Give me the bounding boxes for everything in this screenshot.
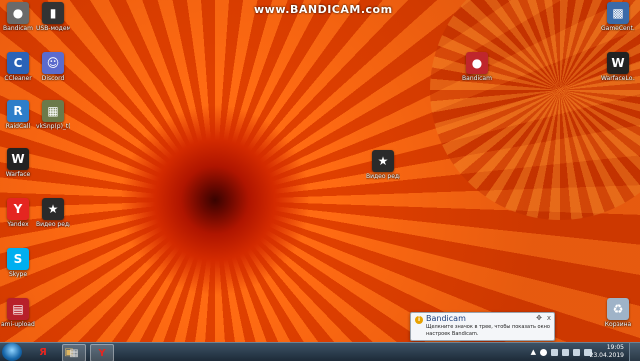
desktop-wallpaper bbox=[0, 0, 640, 360]
taskbar-yandex[interactable]: Y bbox=[90, 344, 114, 362]
desktop-icon[interactable]: ▮USB-модем Билайн bbox=[36, 2, 70, 32]
desktop-icon[interactable]: R RaidCall bbox=[1, 100, 35, 130]
yandex-icon: Y bbox=[98, 347, 106, 359]
desktop-icon[interactable]: ☺ Discord bbox=[36, 52, 70, 82]
notification-title: Bandicam bbox=[426, 314, 466, 323]
desktop-icon-label: USB-модем Билайн bbox=[36, 25, 70, 32]
desktop-icon-label: Discord bbox=[41, 75, 65, 82]
clock-time: 19:05 bbox=[606, 344, 624, 351]
bandicam-icon: ● bbox=[466, 52, 488, 74]
game-center-icon: ▩ bbox=[607, 2, 629, 24]
flag-icon[interactable] bbox=[562, 348, 569, 356]
raidcall-icon: R bbox=[7, 100, 29, 122]
bandicam-icon: ● bbox=[7, 2, 29, 24]
desktop-icon[interactable]: ▦vkSnp(p)_t(c) bbox=[36, 100, 70, 130]
bandicam-tray-icon[interactable] bbox=[540, 348, 547, 356]
desktop-icon-label: Skype bbox=[8, 271, 28, 278]
photo-icon: ▦ bbox=[42, 100, 64, 122]
notification-close-icon[interactable]: x bbox=[547, 314, 551, 322]
desktop-icon[interactable]: ● Bandicam bbox=[1, 2, 35, 32]
file-icon: ▤ bbox=[7, 298, 29, 320]
show-desktop-button[interactable] bbox=[629, 343, 640, 361]
desktop-icon-label: Видео редакт... bbox=[36, 221, 70, 228]
tray-expand-icon[interactable]: ▲ bbox=[531, 348, 536, 356]
network-icon[interactable] bbox=[551, 348, 558, 356]
desktop-icon-label: Warface bbox=[5, 171, 31, 178]
desktop-icon[interactable]: ● Bandicam bbox=[460, 52, 494, 82]
video-editor-icon: ★ bbox=[42, 198, 64, 220]
desktop-icon[interactable]: ★Видео редакт... bbox=[366, 150, 400, 180]
warface-icon: W bbox=[607, 52, 629, 74]
video-editor-icon: ★ bbox=[372, 150, 394, 172]
notification-options-icon[interactable]: ✥ bbox=[536, 314, 542, 322]
bandicam-notification[interactable]: i Bandicam ✥ x Щелкните значок в трее, ч… bbox=[410, 312, 555, 341]
desktop-icon-label: Корзина bbox=[604, 321, 632, 328]
info-icon: i bbox=[415, 316, 423, 324]
yandex-icon: Y bbox=[7, 198, 29, 220]
taskbar-video-editor[interactable]: ▦ bbox=[62, 344, 86, 362]
yandex-browser-icon: Я bbox=[39, 346, 47, 358]
taskbar-yandex-browser[interactable]: Я bbox=[32, 344, 54, 360]
desktop-icon-label: Видео редакт... bbox=[366, 173, 400, 180]
taskbar: Я ▣ ▦ Y ▲ 19:05 23.04.2019 bbox=[0, 342, 640, 362]
desktop-icon-label: Bandicam bbox=[3, 25, 33, 32]
desktop-icon-label: CCleaner bbox=[4, 75, 32, 82]
clock-date: 23.04.2019 bbox=[589, 352, 624, 359]
desktop-icon[interactable]: S Skype bbox=[1, 248, 35, 278]
desktop-icon[interactable]: ★Видео редакт... bbox=[36, 198, 70, 228]
desktop-icon-label: vkSnp(p)_t(c) bbox=[36, 123, 70, 130]
desktop-icon[interactable]: W Warface bbox=[1, 148, 35, 178]
bandicam-watermark: www.BANDICAM.com bbox=[254, 3, 393, 16]
discord-icon: ☺ bbox=[42, 52, 64, 74]
notification-text: Щелкните значок в трее, чтобы показать о… bbox=[426, 324, 550, 337]
desktop-icon[interactable]: Y Yandex bbox=[1, 198, 35, 228]
desktop-icon-label: Bandicam bbox=[462, 75, 492, 82]
desktop-icon-label: WarfaceLo... bbox=[601, 75, 635, 82]
usb-modem-icon: ▮ bbox=[42, 2, 64, 24]
clock[interactable]: 19:05 23.04.2019 bbox=[590, 344, 624, 360]
desktop-icon-label: Yandex bbox=[7, 221, 29, 228]
skype-icon: S bbox=[7, 248, 29, 270]
desktop-icon-label: GameCent... bbox=[601, 25, 635, 32]
warface-icon: W bbox=[7, 148, 29, 170]
start-button[interactable] bbox=[2, 343, 22, 361]
recycle-bin-icon: ♻ bbox=[607, 298, 629, 320]
desktop-icon[interactable]: ▩ GameCent... bbox=[601, 2, 635, 32]
desktop-icon[interactable]: ♻ Корзина bbox=[601, 298, 635, 328]
desktop-icon[interactable]: W WarfaceLo... bbox=[601, 52, 635, 82]
desktop-icon-label: RaidCall bbox=[5, 123, 31, 130]
volume-icon[interactable] bbox=[573, 348, 580, 356]
desktop-icon-label: ami-upload... bbox=[1, 321, 35, 328]
desktop-icon[interactable]: C CCleaner bbox=[1, 52, 35, 82]
video-editor-icon: ▦ bbox=[69, 347, 79, 359]
desktop-icon[interactable]: ▤ami-upload... bbox=[1, 298, 35, 328]
ccleaner-icon: C bbox=[7, 52, 29, 74]
